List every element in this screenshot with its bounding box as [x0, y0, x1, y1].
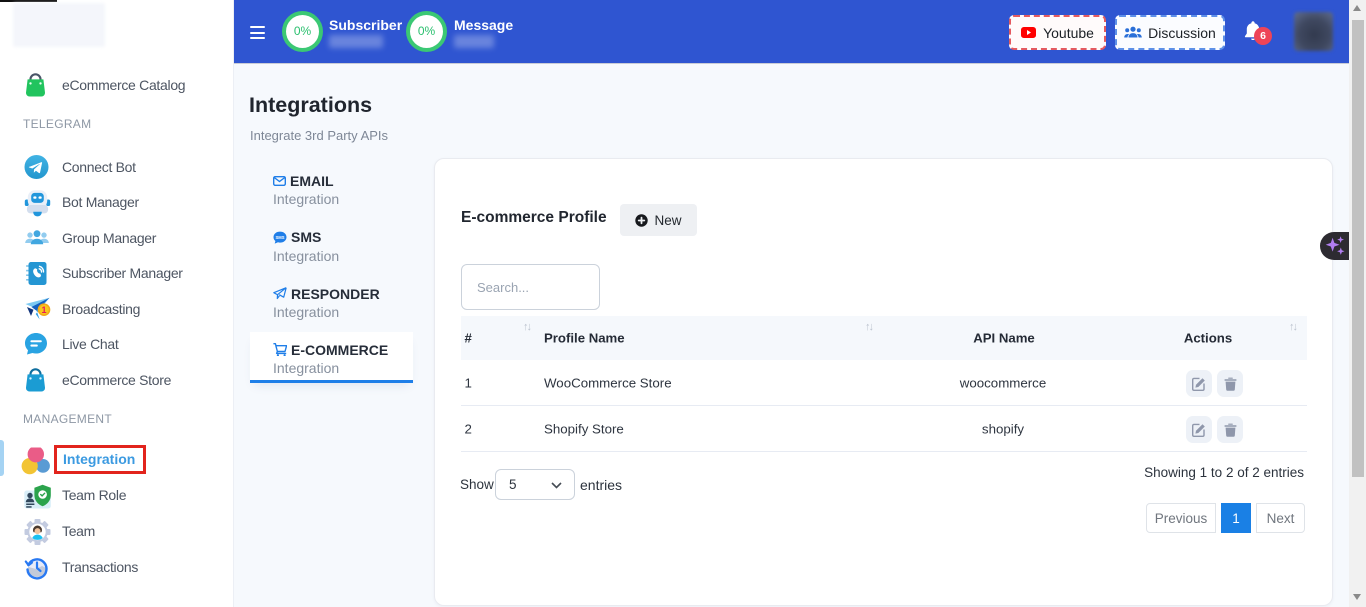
svg-text:SMS: SMS	[275, 235, 284, 240]
svg-text:1: 1	[41, 305, 46, 315]
